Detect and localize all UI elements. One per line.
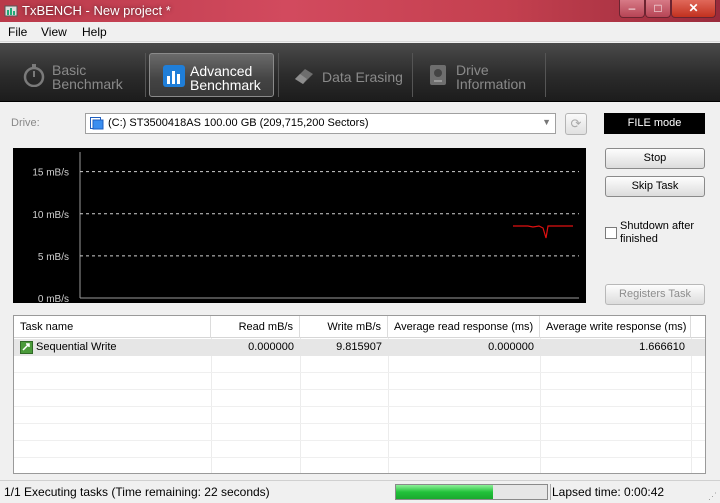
bar-chart-icon — [163, 65, 185, 87]
drive-select-value: (C:) ST3500418AS 100.00 GB (209,715,200 … — [108, 117, 369, 129]
file-mode-indicator: FILE mode — [604, 113, 705, 134]
task-avg-read: 0.000000 — [488, 341, 534, 353]
col-read[interactable]: Read mB/s — [211, 316, 300, 338]
table-row-empty — [14, 441, 705, 458]
shutdown-checkbox[interactable] — [605, 227, 617, 239]
resize-grip-icon[interactable]: ⋰ — [708, 491, 718, 501]
minimize-button[interactable]: – — [619, 0, 645, 18]
task-write-icon — [20, 341, 33, 354]
progress-bar — [395, 484, 548, 500]
toolbar-separator — [412, 53, 413, 97]
stopwatch-icon — [23, 64, 45, 87]
tab-erasing-label: Data Erasing — [322, 69, 403, 85]
toolbar-separator — [145, 53, 146, 97]
refresh-icon: ⟳ — [570, 116, 582, 131]
menu-help[interactable]: Help — [82, 25, 107, 39]
task-write: 9.815907 — [336, 341, 382, 353]
task-table: Task name Read mB/s Write mB/s Average r… — [13, 315, 706, 474]
task-avg-write: 1.666610 — [639, 341, 685, 353]
write-speed-trace — [513, 225, 573, 239]
lapsed-time: Lapsed time: 0:00:42 — [552, 485, 665, 499]
menu-bar: File View Help — [0, 22, 720, 42]
tab-basic-line2: Benchmark — [52, 76, 123, 92]
refresh-button[interactable]: ⟳ — [565, 113, 587, 135]
task-name: Sequential Write — [36, 341, 117, 353]
tab-basic-benchmark[interactable]: Basic Benchmark — [10, 53, 142, 97]
table-row-empty — [14, 424, 705, 441]
window-title: TxBENCH - New project * — [22, 3, 171, 18]
tab-drive-information[interactable]: Drive Information — [414, 53, 542, 97]
table-row[interactable]: Sequential Write 0.000000 9.815907 0.000… — [14, 339, 705, 356]
chevron-down-icon: ▼ — [542, 117, 551, 127]
table-row-empty — [14, 356, 705, 373]
toolbar: Basic Benchmark Advanced Benchmark Data Er… — [0, 43, 720, 102]
col-write[interactable]: Write mB/s — [300, 316, 388, 338]
eraser-icon — [295, 69, 313, 84]
registers-task-button[interactable]: Registers Task — [605, 284, 705, 305]
table-row-empty — [14, 407, 705, 424]
status-text: 1/1 Executing tasks (Time remaining: 22 … — [4, 485, 270, 499]
stop-button[interactable]: Stop — [605, 148, 705, 169]
table-row-empty — [14, 390, 705, 407]
drive-label: Drive: — [11, 117, 40, 129]
speed-graph: 15 mB/s 10 mB/s 5 mB/s 0 mB/s — [13, 148, 586, 303]
task-read: 0.000000 — [248, 341, 294, 353]
tab-advanced-benchmark[interactable]: Advanced Benchmark — [149, 53, 274, 97]
tab-data-erasing[interactable]: Data Erasing — [280, 53, 410, 97]
app-icon — [4, 5, 18, 17]
tab-drive-line2: Information — [456, 76, 527, 92]
graph-y-tick-label: 5 mB/s — [38, 252, 69, 263]
maximize-button[interactable]: □ — [645, 0, 671, 18]
col-avg-write[interactable]: Average write response (ms) — [540, 316, 691, 338]
drive-icon — [90, 117, 104, 130]
table-row-empty — [14, 373, 705, 390]
close-button[interactable]: ✕ — [671, 0, 716, 18]
col-task-name[interactable]: Task name — [14, 316, 211, 338]
graph-y-tick-label: 10 mB/s — [32, 210, 69, 221]
status-bar: 1/1 Executing tasks (Time remaining: 22 … — [0, 480, 720, 503]
drive-info-icon — [430, 65, 446, 85]
task-name-cell: Sequential Write — [14, 339, 211, 356]
progress-fill — [396, 485, 493, 499]
table-header: Task name Read mB/s Write mB/s Average r… — [14, 316, 705, 338]
menu-view[interactable]: View — [41, 25, 67, 39]
toolbar-separator — [278, 53, 279, 97]
graph-y-tick-label: 0 mB/s — [38, 294, 69, 303]
graph-y-tick-label: 15 mB/s — [32, 168, 69, 179]
status-separator — [550, 484, 551, 500]
title-bar: TxBENCH - New project * – □ ✕ — [0, 0, 720, 22]
toolbar-separator — [545, 53, 546, 97]
drive-select[interactable]: (C:) ST3500418AS 100.00 GB (209,715,200 … — [85, 113, 556, 134]
tab-advanced-line2: Benchmark — [190, 77, 261, 93]
menu-file[interactable]: File — [8, 25, 27, 39]
shutdown-label: Shutdown after finished — [620, 220, 694, 245]
table-row-empty — [14, 458, 705, 473]
skip-task-button[interactable]: Skip Task — [605, 176, 705, 197]
col-avg-read[interactable]: Average read response (ms) — [388, 316, 540, 338]
